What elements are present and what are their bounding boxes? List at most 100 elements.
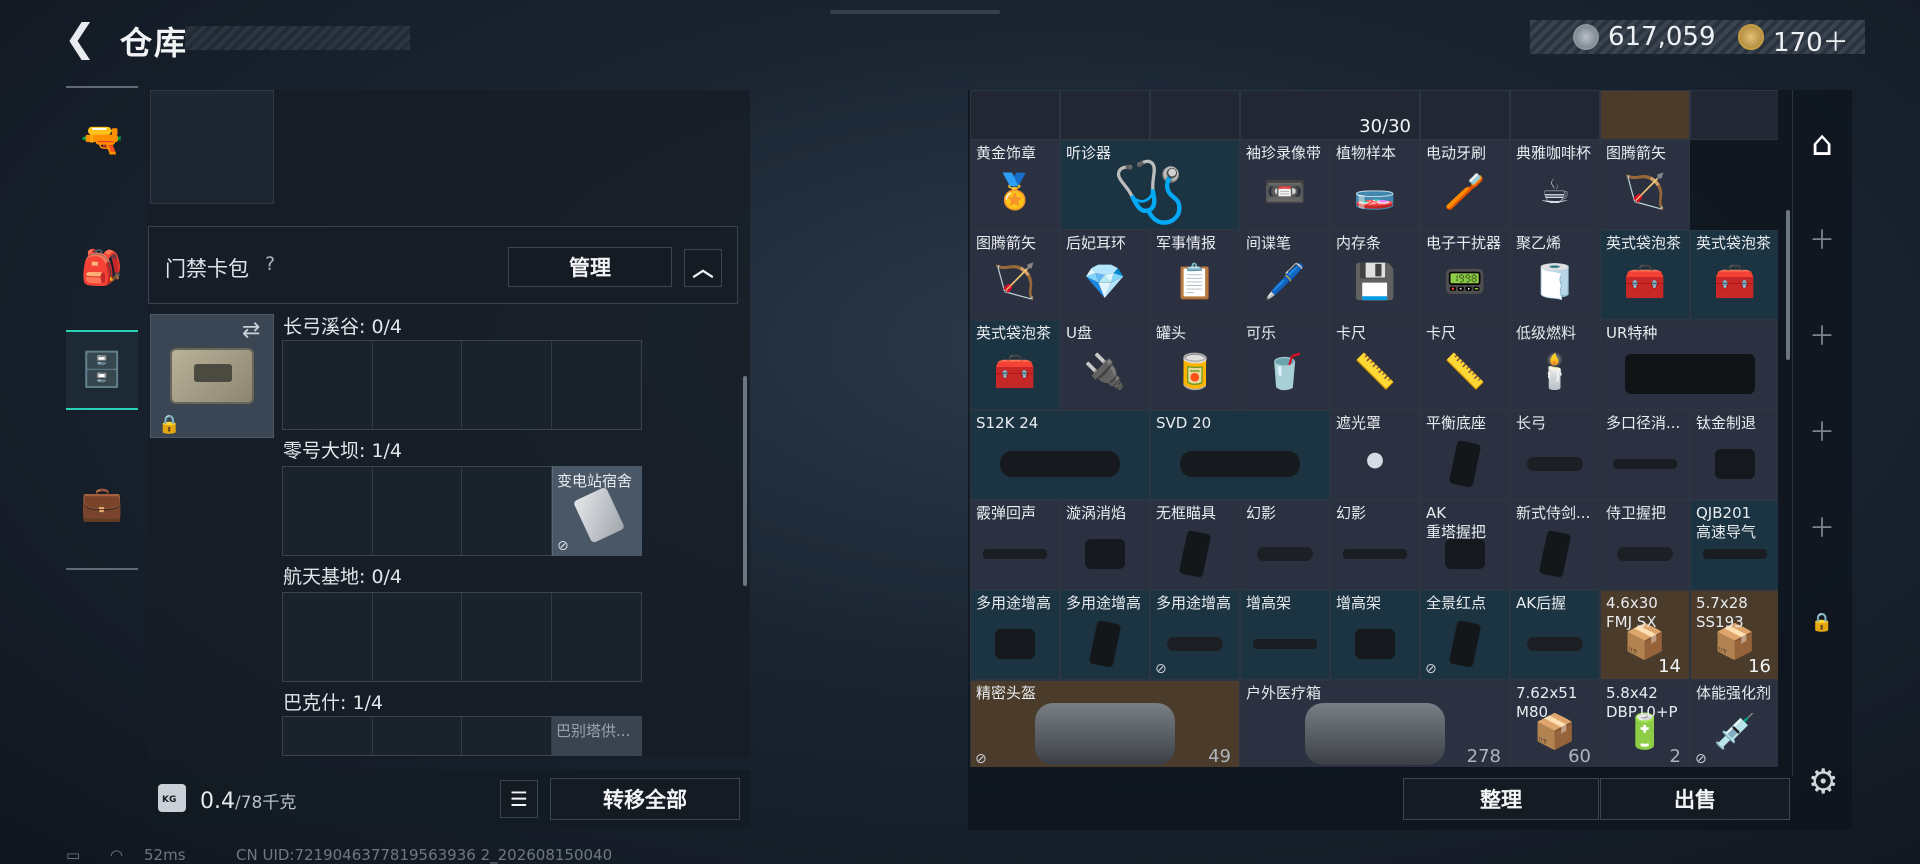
stash-item[interactable]: 后妃耳环 💎 — [1060, 230, 1150, 320]
stash-item[interactable] — [970, 90, 1060, 140]
help-icon[interactable]: ? — [265, 253, 275, 275]
swap-icon[interactable]: ⇄ — [242, 318, 260, 343]
stash-item[interactable]: 黄金饰章 🏅 — [970, 140, 1060, 230]
stash-item[interactable]: 军事情报 📋 — [1150, 230, 1240, 320]
stash-item[interactable]: 多用途增高 — [1060, 590, 1150, 680]
stash-item[interactable]: 增高架 — [1330, 590, 1420, 680]
stash-item[interactable]: 电动牙刷 🪥 — [1420, 140, 1510, 230]
keycard-slot-item[interactable]: 变电站宿舍 ⊘ — [552, 466, 642, 556]
stash-item[interactable]: 英式袋泡茶 🧰 — [1690, 230, 1778, 320]
stash-item[interactable]: 精密头盔 49 ⊘ — [970, 680, 1240, 767]
add-tab-button[interactable]: ＋ — [1800, 312, 1844, 356]
transfer-all-button[interactable]: 转移全部 — [550, 778, 740, 820]
stash-item[interactable]: 罐头 🥫 — [1150, 320, 1240, 410]
stash-scrollbar[interactable] — [1786, 210, 1790, 360]
nav-weapon[interactable]: 🔫 — [66, 100, 138, 180]
back-button[interactable]: ❮ — [64, 18, 104, 58]
stash-item[interactable]: 图腾箭矢 🏹 — [1600, 140, 1690, 230]
stash-item[interactable] — [1600, 90, 1690, 140]
stash-item[interactable]: 侍卫握把 — [1600, 500, 1690, 590]
stash-item[interactable]: S12K 24 — [970, 410, 1150, 500]
lock-icon[interactable]: 🔒 — [1800, 600, 1844, 644]
stash-item[interactable]: 无框瞄具 — [1150, 500, 1240, 590]
add-tab-button[interactable]: ＋ — [1800, 504, 1844, 548]
stash-item[interactable]: 植物样本 🧫 — [1330, 140, 1420, 230]
stash-item[interactable]: 内存条 💾 — [1330, 230, 1420, 320]
stash-item[interactable]: 全景红点 ⊘ — [1420, 590, 1510, 680]
stash-item[interactable]: 5.8x42 DBP10+P 🔋 2 — [1600, 680, 1690, 767]
key-slots[interactable] — [282, 592, 642, 682]
nav-armor[interactable]: 🎒 — [66, 228, 138, 308]
item-name: 霰弹回声 — [976, 504, 1037, 522]
stash-item[interactable]: 霰弹回声 — [970, 500, 1060, 590]
stash-item[interactable]: 典雅咖啡杯 ☕ — [1510, 140, 1600, 230]
stash-item[interactable]: 听诊器 🩺 — [1060, 140, 1240, 230]
item-count: 30/30 — [1359, 116, 1411, 137]
item-name: 英式袋泡茶 — [1606, 234, 1682, 252]
stash-item[interactable]: 英式袋泡茶 🧰 — [1600, 230, 1690, 320]
stash-item[interactable]: 钛金制退 — [1690, 410, 1778, 500]
stash-item[interactable] — [1060, 90, 1150, 140]
stash-tab-icon[interactable]: ⌂ — [1800, 122, 1844, 166]
stash-item[interactable]: SVD 20 — [1150, 410, 1330, 500]
add-tab-button[interactable]: ＋ — [1800, 216, 1844, 260]
weight-unit: /78千克 — [235, 793, 297, 813]
stash-item[interactable]: 幻影 — [1330, 500, 1420, 590]
stash-item[interactable] — [1150, 90, 1240, 140]
stash-item[interactable]: UR特种 — [1600, 320, 1778, 410]
stash-item[interactable]: 多口径消... — [1600, 410, 1690, 500]
stash-item[interactable]: 多用途增高 ⊘ — [1150, 590, 1240, 680]
stash-item[interactable]: 户外医疗箱 278 — [1240, 680, 1510, 767]
stash-item[interactable]: U盘 🔌 — [1060, 320, 1150, 410]
nav-case[interactable]: 💼 — [66, 464, 138, 544]
collapse-button[interactable]: ︿ — [684, 249, 722, 287]
sell-button[interactable]: 出售 — [1600, 778, 1790, 820]
stash-item[interactable]: 多用途增高 — [970, 590, 1060, 680]
gear-icon[interactable]: ⚙ — [1808, 762, 1838, 802]
stash-item[interactable]: 30/30 — [1240, 90, 1420, 140]
stash-item[interactable]: 平衡底座 — [1420, 410, 1510, 500]
item-icon: 🏹 — [993, 262, 1037, 303]
stash-item[interactable]: 新式侍剑... — [1510, 500, 1600, 590]
item-name: 聚乙烯 — [1516, 234, 1562, 252]
stash-item[interactable]: QJB201 高速导气 — [1690, 500, 1778, 590]
uid-text: CN UID:7219046377819563936 2_20260815004… — [236, 846, 613, 864]
add-tab-button[interactable]: ＋ — [1800, 408, 1844, 452]
gold-amount[interactable]: 170＋ — [1773, 22, 1849, 59]
stash-item[interactable]: AK 重塔握把 — [1420, 500, 1510, 590]
equipment-slot[interactable] — [150, 90, 274, 204]
nav-locker[interactable]: 🗄️ — [66, 330, 138, 410]
stash-item[interactable]: 间谍笔 🖊️ — [1240, 230, 1330, 320]
stash-item[interactable]: 遮光罩 ⚫ — [1330, 410, 1420, 500]
item-name: AK 重塔握把 — [1426, 504, 1487, 541]
stash-item[interactable]: AK后握 — [1510, 590, 1600, 680]
stash-item[interactable]: 幻影 — [1240, 500, 1330, 590]
stash-item[interactable]: 袖珍录像带 📼 — [1240, 140, 1330, 230]
stash-item[interactable]: 电子干扰器 📟 — [1420, 230, 1510, 320]
item-icon — [1527, 456, 1583, 471]
stash-item[interactable]: 可乐 🥤 — [1240, 320, 1330, 410]
manage-button[interactable]: 管理 — [508, 247, 672, 287]
stash-item[interactable]: 增高架 — [1240, 590, 1330, 680]
stash-item[interactable]: 图腾箭矢 🏹 — [970, 230, 1060, 320]
stash-item[interactable] — [1510, 90, 1600, 140]
scrollbar[interactable] — [743, 376, 747, 586]
stash-item[interactable]: 长弓 — [1510, 410, 1600, 500]
arrange-button[interactable]: 整理 — [1403, 778, 1599, 820]
stash-item[interactable]: 卡尺 📏 — [1330, 320, 1420, 410]
item-icon — [1613, 458, 1677, 469]
key-slots[interactable] — [282, 340, 642, 430]
keycard-slot-item[interactable]: 巴别塔供... — [552, 716, 642, 756]
list-view-button[interactable]: ☰ — [500, 780, 538, 818]
stash-item[interactable]: 卡尺 📏 — [1420, 320, 1510, 410]
stash-item[interactable]: 漩涡消焰 — [1060, 500, 1150, 590]
stash-item[interactable] — [1690, 90, 1778, 140]
stash-item[interactable]: 5.7x28 SS193 📦 16 — [1690, 590, 1778, 680]
stash-item[interactable]: 4.6x30 FMJ SX 📦 14 — [1600, 590, 1690, 680]
stash-item[interactable]: 低级燃料 🕯️ — [1510, 320, 1600, 410]
stash-item[interactable]: 体能强化剂 💉 ⊘ — [1690, 680, 1778, 767]
stash-item[interactable]: 7.62x51 M80 📦 60 — [1510, 680, 1600, 767]
stash-item[interactable]: 聚乙烯 🧻 — [1510, 230, 1600, 320]
stash-item[interactable] — [1420, 90, 1510, 140]
stash-item[interactable]: 英式袋泡茶 🧰 — [970, 320, 1060, 410]
